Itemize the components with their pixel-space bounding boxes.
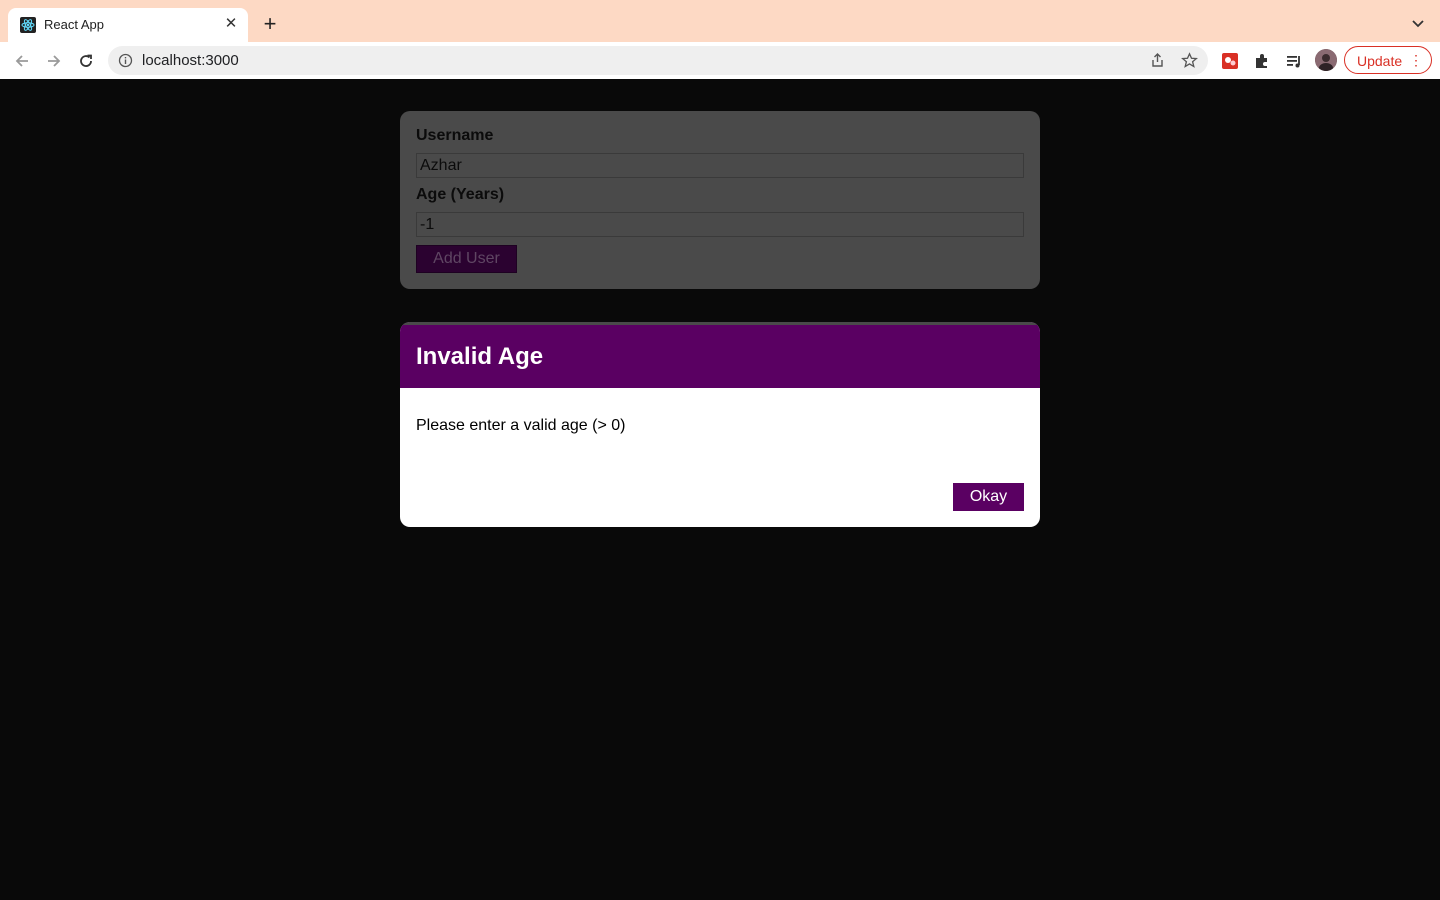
username-input[interactable]: Azhar [416,153,1024,178]
chevron-down-icon[interactable] [1410,15,1426,31]
puzzle-icon[interactable] [1252,51,1272,71]
close-icon[interactable]: ✕ [222,15,240,33]
extension-icon[interactable] [1220,51,1240,71]
share-icon[interactable] [1149,52,1166,69]
update-button[interactable]: Update ⋮ [1344,46,1432,74]
tab-strip: React App ✕ + [0,0,1440,42]
page-viewport: Username Azhar Age (Years) -1 Add User I… [0,79,1440,900]
browser-tab[interactable]: React App ✕ [8,8,248,42]
modal-header: Invalid Age [400,322,1040,388]
avatar[interactable] [1315,49,1337,71]
back-arrow-icon[interactable] [11,50,33,72]
tab-title: React App [44,17,104,32]
age-label: Age (Years) [416,186,505,203]
username-label: Username [416,127,494,144]
reading-list-icon[interactable] [1284,51,1304,71]
age-input[interactable]: -1 [416,212,1024,237]
address-bar[interactable]: localhost:3000 [108,46,1208,75]
update-label: Update [1357,53,1403,69]
more-vert-icon[interactable]: ⋮ [1409,51,1423,69]
react-favicon-icon [20,17,36,33]
add-user-button[interactable]: Add User [416,245,517,273]
plus-icon[interactable]: + [258,13,282,37]
modal-title: Invalid Age [416,343,544,370]
reload-icon[interactable] [75,50,97,72]
star-icon[interactable] [1181,52,1198,69]
forward-arrow-icon[interactable] [43,50,65,72]
url-text: localhost:3000 [142,52,239,69]
add-user-form: Username Azhar Age (Years) -1 Add User [400,111,1040,289]
okay-button[interactable]: Okay [953,483,1024,511]
error-modal: Invalid Age Please enter a valid age (> … [400,322,1040,527]
info-icon[interactable] [118,53,133,68]
browser-toolbar: localhost:3000 Update ⋮ [0,42,1440,80]
modal-message: Please enter a valid age (> 0) [416,417,626,434]
